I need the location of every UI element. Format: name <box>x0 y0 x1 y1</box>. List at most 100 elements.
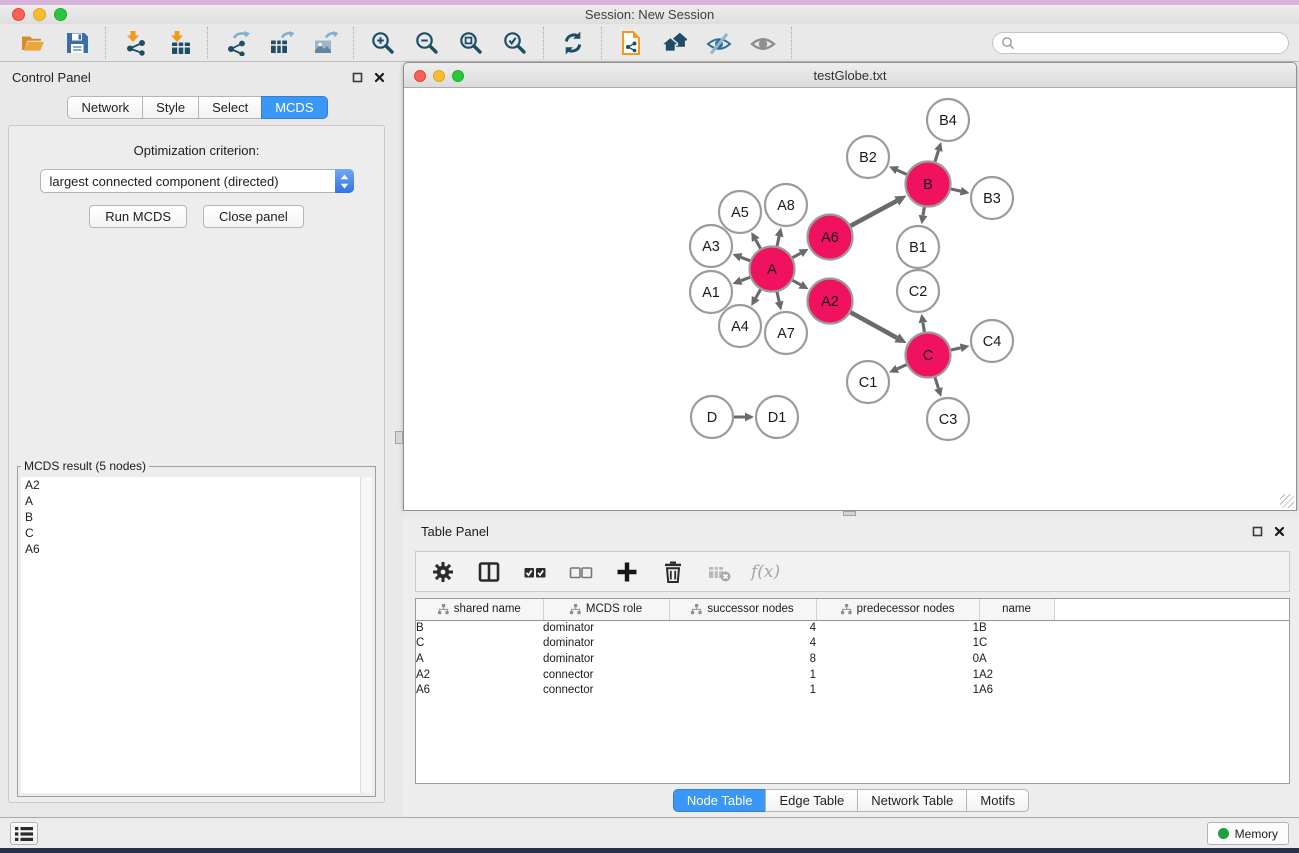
save-session-icon[interactable] <box>63 29 90 56</box>
tab-style[interactable]: Style <box>142 96 199 119</box>
graph-node-C1[interactable]: C1 <box>847 361 889 403</box>
refresh-icon[interactable] <box>559 29 586 56</box>
show-all-icon[interactable] <box>749 29 776 56</box>
column-header[interactable]: predecessor nodes <box>816 599 979 620</box>
tab-select[interactable]: Select <box>198 96 262 119</box>
scrollbar[interactable] <box>360 477 372 793</box>
search-box[interactable] <box>992 32 1289 54</box>
add-column-icon[interactable] <box>613 558 640 585</box>
table-cell[interactable]: 1 <box>816 667 979 683</box>
table-cell[interactable]: 1 <box>816 620 979 636</box>
table-row[interactable]: A6connector11A6 <box>416 682 1289 698</box>
column-header[interactable]: shared name <box>416 599 543 620</box>
table-cell[interactable]: connector <box>543 667 669 683</box>
memory-button[interactable]: Memory <box>1207 822 1289 845</box>
table-row[interactable]: A2connector11A2 <box>416 667 1289 683</box>
table-cell[interactable]: 8 <box>669 651 816 667</box>
zoom-selected-icon[interactable] <box>501 29 528 56</box>
select-all-icon[interactable] <box>521 558 548 585</box>
settings-icon[interactable] <box>429 558 456 585</box>
mcds-result-item[interactable]: C <box>21 525 360 541</box>
table-cell[interactable]: dominator <box>543 651 669 667</box>
graph-node-A2[interactable]: A2 <box>808 279 853 324</box>
table-row[interactable]: Cdominator41C <box>416 636 1289 652</box>
graph-node-A1[interactable]: A1 <box>690 271 732 313</box>
graph-node-A4[interactable]: A4 <box>719 305 761 347</box>
table-cell[interactable]: dominator <box>543 620 669 636</box>
table-cell[interactable]: 4 <box>669 620 816 636</box>
column-header[interactable]: successor nodes <box>669 599 816 620</box>
export-image-icon[interactable] <box>311 29 338 56</box>
mcds-result-item[interactable]: A2 <box>21 477 360 493</box>
zoom-out-icon[interactable] <box>413 29 440 56</box>
zoom-fit-icon[interactable] <box>457 29 484 56</box>
minimize-network-window-button[interactable] <box>433 70 445 82</box>
graph-node-A3[interactable]: A3 <box>690 225 732 267</box>
import-table-icon[interactable] <box>165 29 192 56</box>
import-network-icon[interactable] <box>121 29 148 56</box>
table-cell[interactable]: 1 <box>669 667 816 683</box>
mcds-result-item[interactable]: A <box>21 493 360 509</box>
graph-node-A[interactable]: A <box>750 247 795 292</box>
task-history-button[interactable] <box>10 822 38 845</box>
zoom-network-window-button[interactable] <box>452 70 464 82</box>
minimize-window-button[interactable] <box>33 8 46 21</box>
mcds-result-item[interactable]: A6 <box>21 541 360 557</box>
tab-node-table[interactable]: Node Table <box>673 789 767 812</box>
table-cell[interactable]: A6 <box>416 682 543 698</box>
float-panel-icon[interactable] <box>1252 526 1263 537</box>
run-mcds-button[interactable]: Run MCDS <box>89 205 187 228</box>
table-cell[interactable]: B <box>979 620 1054 636</box>
table-cell[interactable]: A6 <box>979 682 1054 698</box>
graph-node-A7[interactable]: A7 <box>765 312 807 354</box>
close-window-button[interactable] <box>12 8 25 21</box>
graph-node-C[interactable]: C <box>906 333 951 378</box>
close-panel-icon[interactable] <box>1274 526 1285 537</box>
graph-node-C3[interactable]: C3 <box>927 398 969 440</box>
graph-node-B2[interactable]: B2 <box>847 136 889 178</box>
unselect-all-icon[interactable] <box>567 558 594 585</box>
zoom-window-button[interactable] <box>54 8 67 21</box>
table-cell[interactable]: 1 <box>816 636 979 652</box>
table-row[interactable]: Adominator80A <box>416 651 1289 667</box>
table-cell[interactable]: 1 <box>669 682 816 698</box>
table-cell[interactable]: C <box>979 636 1054 652</box>
table-cell[interactable]: A2 <box>979 667 1054 683</box>
graph-node-B3[interactable]: B3 <box>971 177 1013 219</box>
table-cell[interactable]: connector <box>543 682 669 698</box>
hide-selected-icon[interactable] <box>705 29 732 56</box>
table-cell[interactable]: 0 <box>816 651 979 667</box>
search-input[interactable] <box>1020 36 1280 50</box>
table-cell[interactable]: A2 <box>416 667 543 683</box>
table-cell[interactable]: 4 <box>669 636 816 652</box>
table-cell[interactable]: 1 <box>816 682 979 698</box>
optimization-criterion-select[interactable]: largest connected component (directed) <box>40 169 354 193</box>
delete-column-icon[interactable] <box>659 558 686 585</box>
tab-network[interactable]: Network <box>67 96 143 119</box>
graph-node-B1[interactable]: B1 <box>897 226 939 268</box>
table-cell[interactable]: B <box>416 620 543 636</box>
table-cell[interactable]: A <box>416 651 543 667</box>
table-cell[interactable]: A <box>979 651 1054 667</box>
column-header[interactable]: MCDS role <box>543 599 669 620</box>
graph-node-D1[interactable]: D1 <box>756 396 798 438</box>
columns-icon[interactable] <box>475 558 502 585</box>
delete-table-icon[interactable] <box>705 558 732 585</box>
mcds-result-item[interactable]: B <box>21 509 360 525</box>
graph-node-B[interactable]: B <box>906 162 951 207</box>
graph-node-C2[interactable]: C2 <box>897 270 939 312</box>
column-header[interactable]: name <box>979 599 1054 620</box>
graph-node-B4[interactable]: B4 <box>927 99 969 141</box>
table-cell[interactable]: C <box>416 636 543 652</box>
graph-node-A8[interactable]: A8 <box>765 184 807 226</box>
graph-node-D[interactable]: D <box>691 396 733 438</box>
resize-grip-icon[interactable] <box>1280 494 1294 508</box>
tab-motifs[interactable]: Motifs <box>966 789 1029 812</box>
export-table-icon[interactable] <box>267 29 294 56</box>
graph-node-A6[interactable]: A6 <box>808 215 853 260</box>
close-network-window-button[interactable] <box>414 70 426 82</box>
new-network-from-selection-icon[interactable] <box>617 29 644 56</box>
tab-edge-table[interactable]: Edge Table <box>765 789 858 812</box>
close-panel-icon[interactable] <box>374 72 385 83</box>
table-row[interactable]: Bdominator41B <box>416 620 1289 636</box>
